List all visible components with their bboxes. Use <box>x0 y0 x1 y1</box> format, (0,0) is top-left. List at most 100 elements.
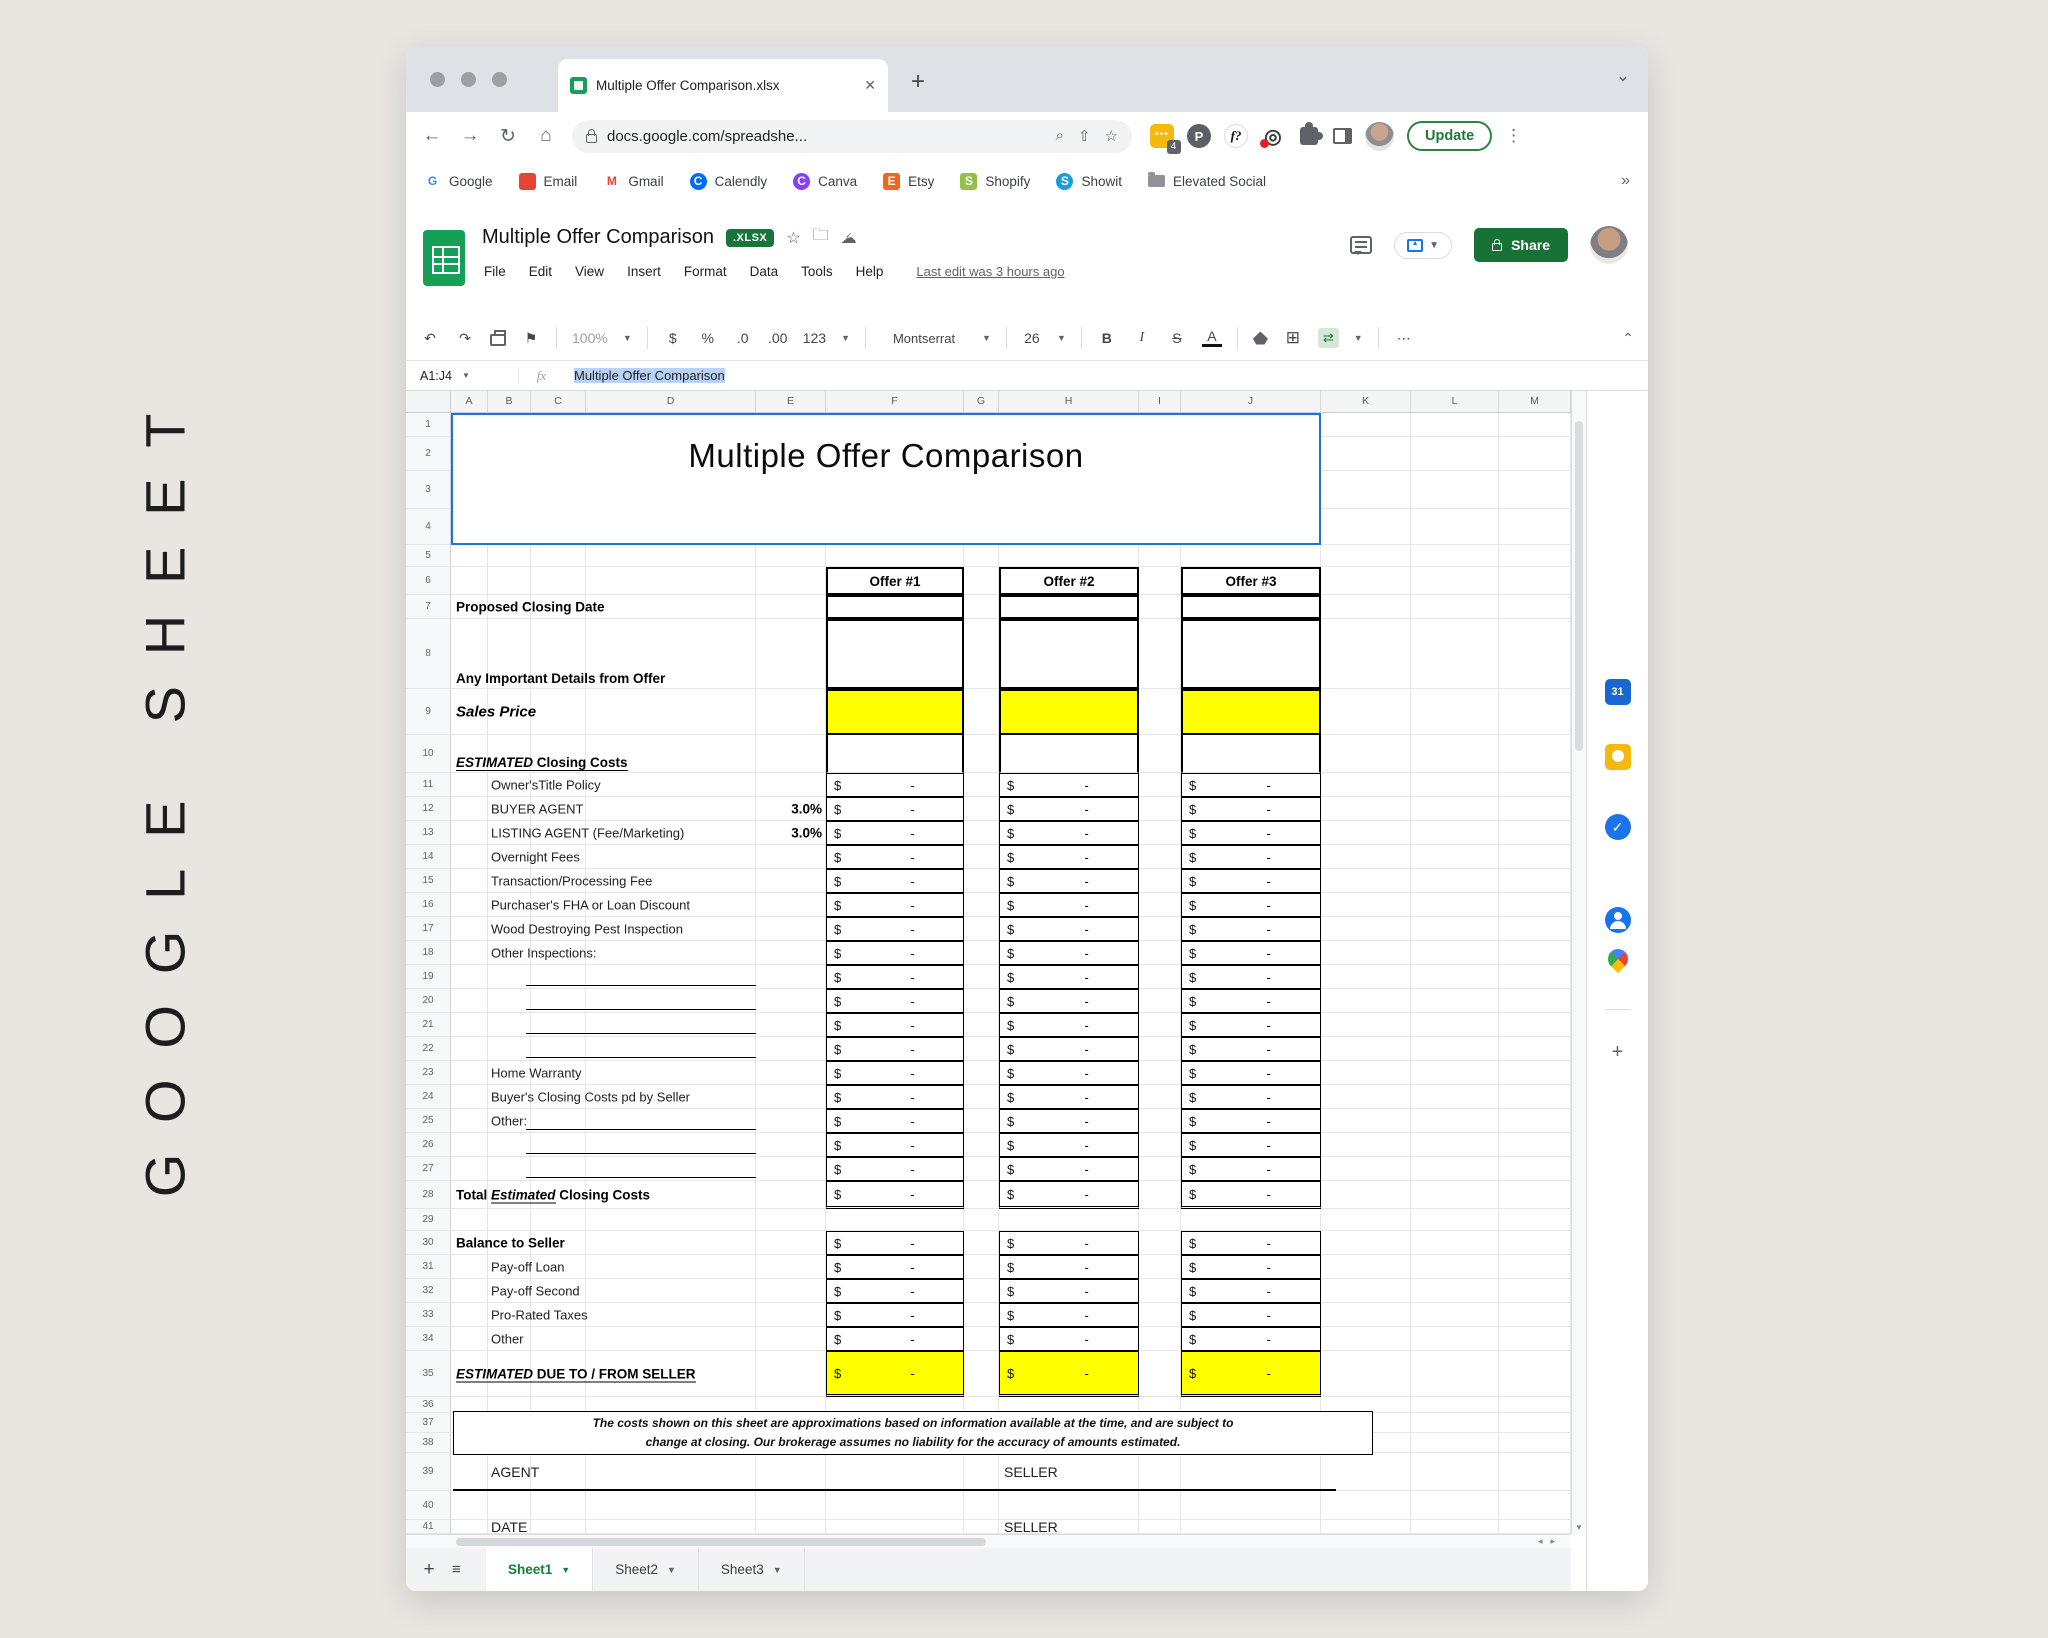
bookmark-calendly[interactable]: CCalendly <box>690 173 768 190</box>
grid-cell[interactable]: $- <box>999 845 1139 869</box>
grid-cell[interactable]: $- <box>826 869 964 893</box>
grid-cell[interactable] <box>1321 619 1411 689</box>
row-header-30[interactable]: 30 <box>406 1231 451 1255</box>
sheet-tab-sheet1[interactable]: Sheet1▼ <box>486 1548 593 1591</box>
grid-cell[interactable] <box>531 1453 586 1491</box>
redo-icon[interactable]: ↷ <box>455 330 475 347</box>
grid-cell[interactable] <box>451 941 488 965</box>
grid-cell[interactable] <box>451 1037 488 1061</box>
row-header-1[interactable]: 1 <box>406 413 451 437</box>
grid-cell[interactable]: $- <box>999 1061 1139 1085</box>
bookmark-google[interactable]: GGoogle <box>424 173 493 190</box>
grid-cell[interactable] <box>1139 917 1181 941</box>
grid-cell[interactable] <box>488 1157 531 1181</box>
grid-cell[interactable]: $- <box>826 1231 964 1255</box>
sidebar-toggle-icon[interactable] <box>1333 128 1352 144</box>
grid-cell[interactable] <box>1411 1085 1499 1109</box>
grid-cell[interactable] <box>756 1327 826 1351</box>
grid-cell[interactable] <box>1411 1133 1499 1157</box>
grid-cell[interactable] <box>451 1013 488 1037</box>
sheet-tab-chevron-icon[interactable]: ▼ <box>561 1565 570 1575</box>
grid-cell[interactable]: Offer #1 <box>826 567 964 595</box>
row-header-20[interactable]: 20 <box>406 989 451 1013</box>
row-header-40[interactable]: 40 <box>406 1491 451 1520</box>
grid-cell[interactable]: $- <box>1181 845 1321 869</box>
grid-cell[interactable] <box>1321 1491 1411 1520</box>
grid-cell[interactable] <box>1411 1209 1499 1231</box>
grid-cell[interactable] <box>1139 893 1181 917</box>
grid-cell[interactable] <box>451 1209 488 1231</box>
new-tab-button[interactable]: + <box>911 68 925 96</box>
grid-cell[interactable] <box>756 595 826 619</box>
grid-cell[interactable]: $- <box>999 989 1139 1013</box>
menu-insert[interactable]: Insert <box>627 264 661 279</box>
grid-cell[interactable] <box>586 545 756 567</box>
grid-cell[interactable] <box>756 1351 826 1397</box>
grid-cell[interactable]: $- <box>826 941 964 965</box>
grid-cell[interactable] <box>1139 845 1181 869</box>
format-percent-button[interactable]: % <box>698 330 718 346</box>
grid-cell[interactable] <box>756 941 826 965</box>
grid-cell[interactable]: $- <box>999 1327 1139 1351</box>
grid-cell[interactable] <box>451 1109 488 1133</box>
row-header-36[interactable]: 36 <box>406 1397 451 1413</box>
menu-data[interactable]: Data <box>750 264 779 279</box>
grid-cell[interactable] <box>1181 1209 1321 1231</box>
grid-cell[interactable]: $- <box>999 1157 1139 1181</box>
grid-cell[interactable] <box>1321 869 1411 893</box>
grid-cell[interactable] <box>1321 797 1411 821</box>
collapse-toolbar-icon[interactable]: ⌃ <box>1622 330 1634 347</box>
grid-cell[interactable]: $- <box>826 1181 964 1209</box>
row-header-41[interactable]: 41 <box>406 1520 451 1534</box>
row-header-31[interactable]: 31 <box>406 1255 451 1279</box>
back-icon[interactable]: ← <box>420 125 444 147</box>
grid-cell[interactable] <box>964 1013 999 1037</box>
url-text[interactable]: docs.google.com/spreadshe... <box>607 128 807 145</box>
grid-cell[interactable] <box>756 735 826 773</box>
grid-cell[interactable] <box>964 845 999 869</box>
grid-cell[interactable] <box>451 989 488 1013</box>
grid-cell[interactable] <box>1411 1279 1499 1303</box>
grid-cell[interactable] <box>1411 821 1499 845</box>
grid-cell[interactable] <box>1321 735 1411 773</box>
grid-cell[interactable] <box>1321 545 1411 567</box>
grid-cell[interactable] <box>964 893 999 917</box>
grid-cell[interactable] <box>1139 941 1181 965</box>
grid-cell[interactable] <box>756 1061 826 1085</box>
grid-cell[interactable] <box>586 773 756 797</box>
grid-cell[interactable] <box>451 1085 488 1109</box>
grid-cell[interactable]: $- <box>1181 941 1321 965</box>
grid-cell[interactable] <box>531 1491 586 1520</box>
star-doc-icon[interactable]: ☆ <box>786 228 800 248</box>
grid-cell[interactable] <box>586 1231 756 1255</box>
grid-cell[interactable] <box>964 545 999 567</box>
decrease-decimal-button[interactable]: .0 <box>733 330 753 346</box>
column-header-G[interactable]: G <box>964 391 999 413</box>
row-header-22[interactable]: 22 <box>406 1037 451 1061</box>
grid-cell[interactable] <box>1499 773 1571 797</box>
grid-cell[interactable] <box>1411 619 1499 689</box>
grid-cell[interactable] <box>1321 1231 1411 1255</box>
grid-cell[interactable] <box>1499 1133 1571 1157</box>
grid-cell[interactable]: $- <box>826 1133 964 1157</box>
grid-cell[interactable] <box>1411 893 1499 917</box>
grid-cell[interactable] <box>1139 1181 1181 1209</box>
horizontal-scroll-arrows[interactable]: ◂▸ <box>1538 1536 1563 1547</box>
grid-cell[interactable]: $- <box>826 1327 964 1351</box>
grid-cell[interactable] <box>1139 1520 1181 1534</box>
grid-cell[interactable] <box>964 917 999 941</box>
column-header-C[interactable]: C <box>531 391 586 413</box>
row-header-17[interactable]: 17 <box>406 917 451 941</box>
bookmark-star-icon[interactable]: ☆ <box>1105 127 1118 145</box>
grid-cell[interactable] <box>964 1133 999 1157</box>
grid-cell[interactable] <box>1321 1209 1411 1231</box>
target-extension-icon[interactable]: ◎ <box>1261 124 1285 148</box>
grid-cell[interactable] <box>586 797 756 821</box>
grid-cell[interactable] <box>1321 1109 1411 1133</box>
grid-cell[interactable]: $- <box>999 1133 1139 1157</box>
grid-cell[interactable] <box>1411 689 1499 735</box>
grid-cell[interactable] <box>1499 1327 1571 1351</box>
grid-cell[interactable]: $- <box>999 1255 1139 1279</box>
grid-cell[interactable] <box>1411 545 1499 567</box>
grid-cell[interactable] <box>756 1157 826 1181</box>
